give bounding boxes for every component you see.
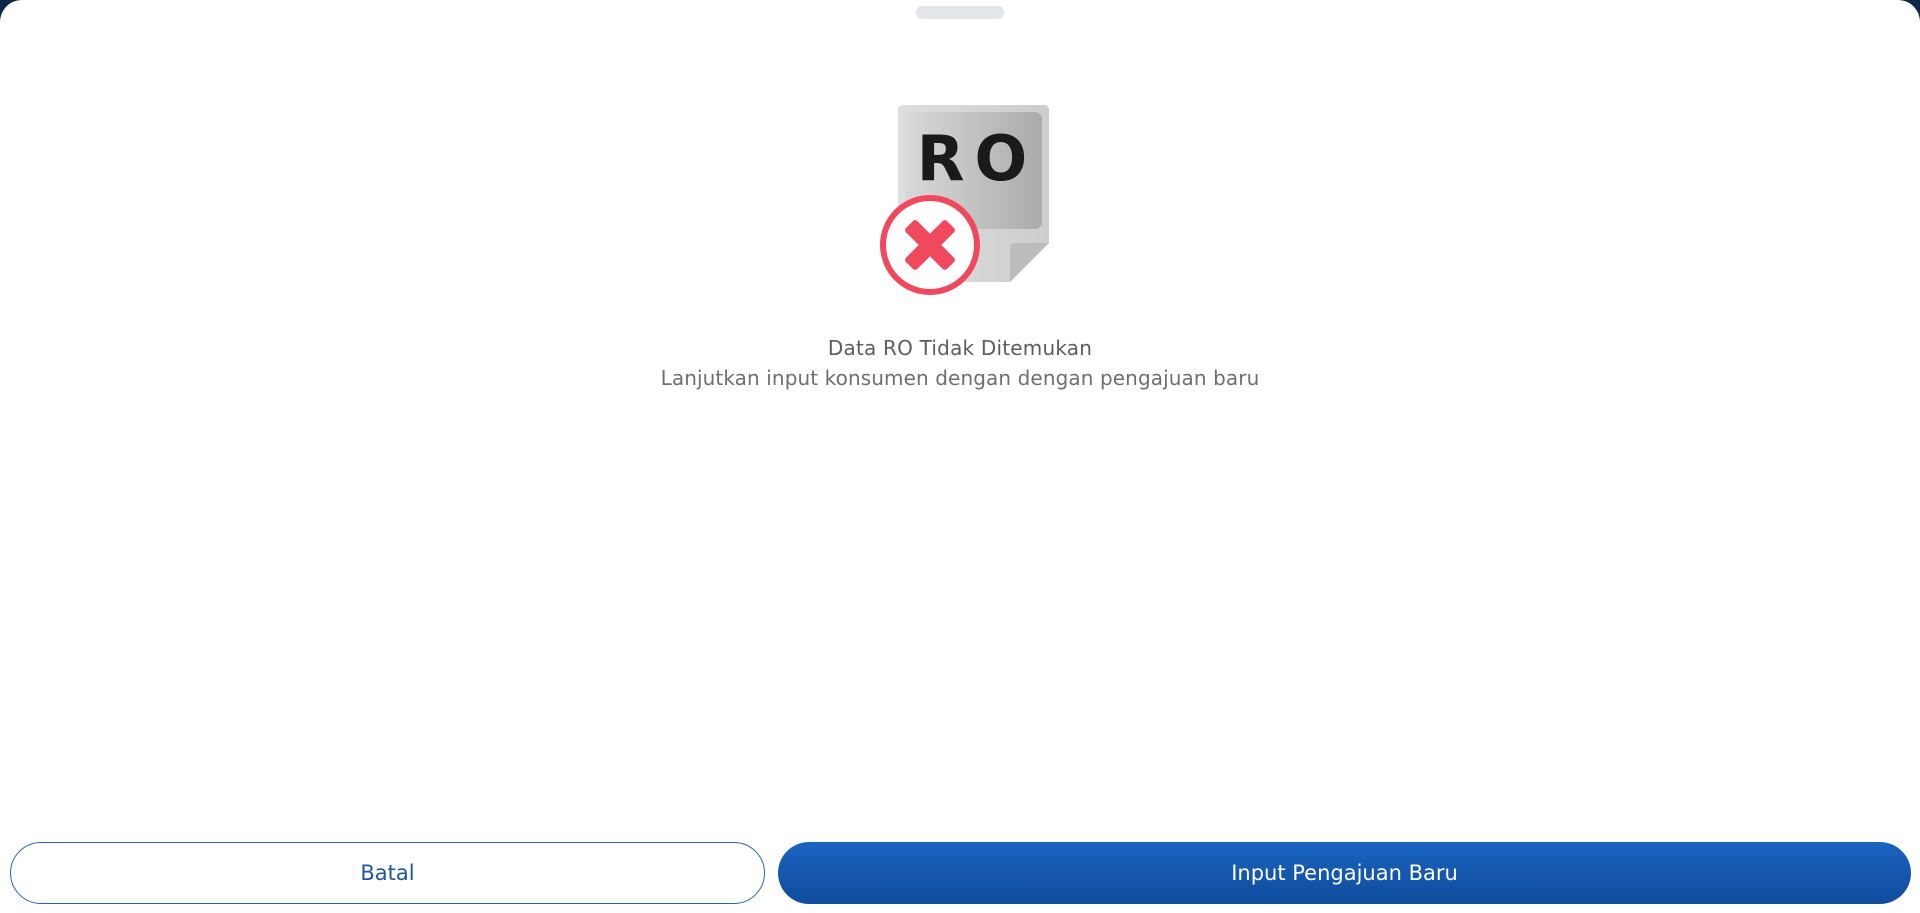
message-subtitle: Lanjutkan input konsumen dengan dengan p… bbox=[660, 366, 1260, 390]
cancel-button[interactable]: Batal bbox=[10, 842, 765, 904]
bottom-sheet: RO Data RO Tidak Ditemukan Lanjutkan inp… bbox=[0, 0, 1920, 913]
ro-not-found-icon: RO bbox=[879, 103, 1051, 295]
folded-corner bbox=[1010, 243, 1049, 282]
input-new-application-button[interactable]: Input Pengajuan Baru bbox=[778, 842, 1911, 904]
doc-label: RO bbox=[917, 122, 1037, 195]
message-title: Data RO Tidak Ditemukan bbox=[827, 336, 1093, 360]
drag-handle[interactable] bbox=[916, 6, 1004, 19]
